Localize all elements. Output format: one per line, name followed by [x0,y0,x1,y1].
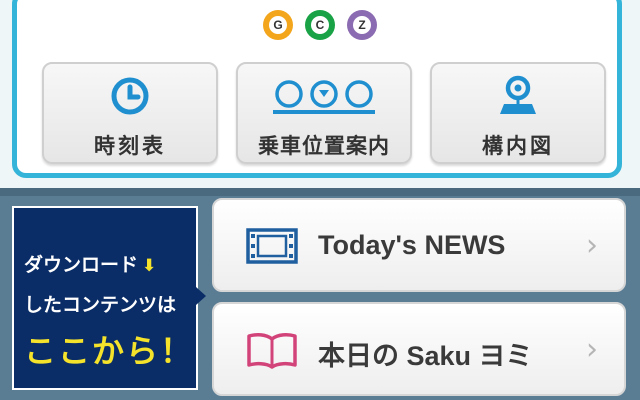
promo-line-2: したコンテンツは [24,294,177,316]
promo-line-1: ダウンロード ⬇ [24,250,156,277]
line-badge-c: C [305,10,335,40]
todays-news-label: Today's NEWS [318,230,506,260]
line-letter: G [269,16,287,34]
line-badge-z: Z [347,10,377,40]
top-panel: G C Z 時刻表 乗車位置案内 構内図 [0,0,640,188]
timetable-button[interactable]: 時刻表 [42,62,218,164]
boarding-position-label: 乗車位置案内 [258,134,390,158]
station-map-label: 構内図 [482,134,554,158]
saku-yomi-button[interactable]: 本日の Saku ヨミ › [212,302,626,396]
line-badge-g: G [263,10,293,40]
boarding-position-button[interactable]: 乗車位置案内 [236,62,412,164]
timetable-label: 時刻表 [94,134,166,158]
line-letter: C [311,16,329,34]
todays-news-button[interactable]: Today's NEWS › [212,198,626,292]
chevron-right-icon: › [586,228,598,263]
film-icon [246,226,298,266]
download-arrow-icon: ⬇ [142,256,157,276]
line-letter: Z [353,16,371,34]
clock-icon [44,76,216,116]
promo-pointer [196,287,206,305]
chevron-right-icon: › [586,332,598,367]
section-divider [0,188,640,196]
station-map-button[interactable]: 構内図 [430,62,606,164]
saku-yomi-label: 本日の Saku ヨミ [318,341,533,371]
promo-text-1: ダウンロード [24,254,139,276]
station-menu: 時刻表 乗車位置案内 構内図 [0,62,640,166]
promo-line-3: ここから！ [24,332,195,370]
book-icon [246,330,298,370]
downloaded-content-banner[interactable]: ダウンロード ⬇ したコンテンツは ここから！ [12,206,198,390]
boarding-position-icon [238,76,410,116]
station-map-icon [432,75,604,116]
line-badges: G C Z [0,10,640,40]
